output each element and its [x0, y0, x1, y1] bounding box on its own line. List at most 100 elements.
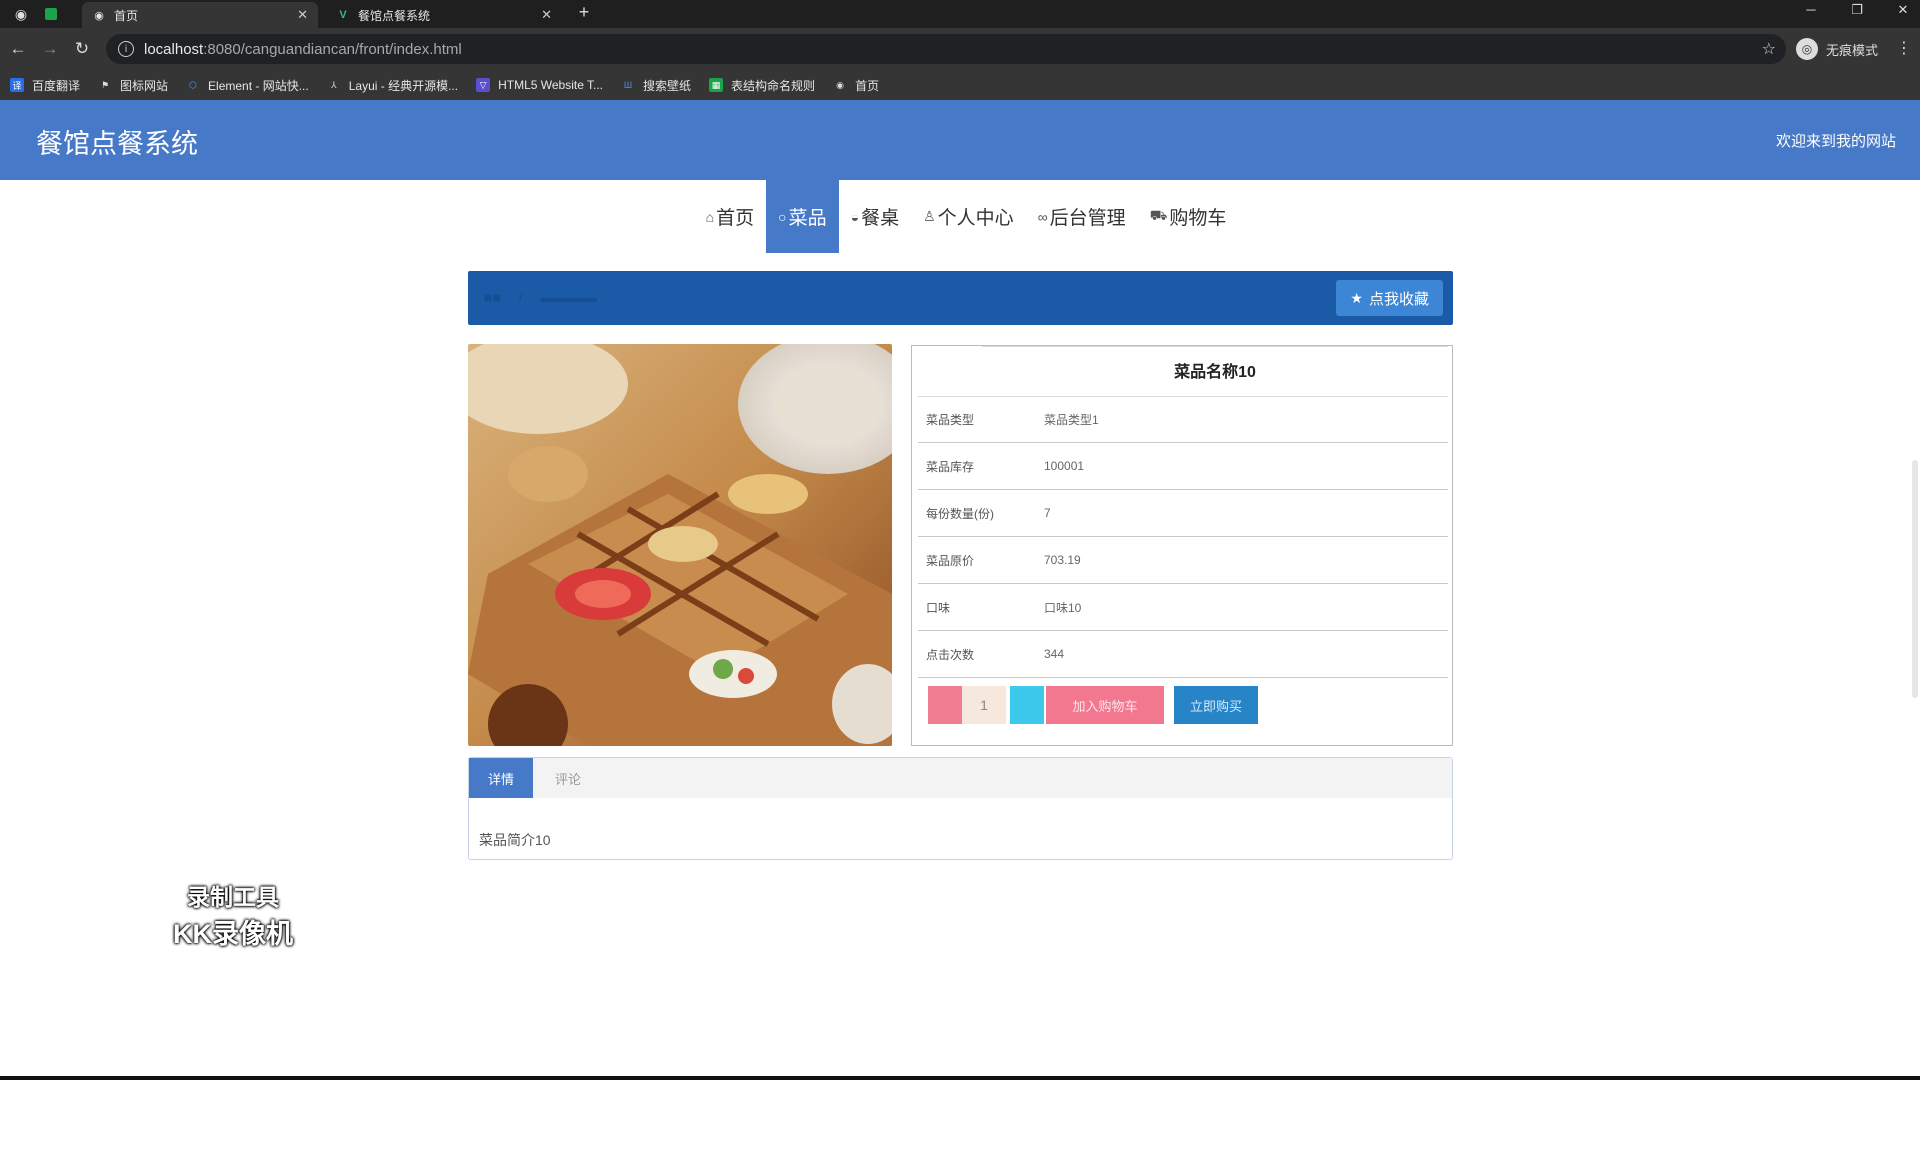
buy-now-button[interactable]: 立即购买	[1174, 686, 1258, 724]
home-icon: ⌂	[705, 208, 715, 225]
nav-profile[interactable]: ♙ 个人中心	[911, 180, 1026, 253]
nav-label: 首页	[716, 208, 755, 229]
bookmark-label: 表结构命名规则	[731, 78, 816, 93]
new-tab-button[interactable]: +	[572, 2, 596, 26]
incognito-indicator[interactable]: ◎ 无痕模式	[1796, 38, 1878, 60]
address-bar-row: ← → ↻ i localhost:8080/canguandiancan/fr…	[0, 28, 1920, 70]
globe-icon: ◉	[94, 9, 104, 22]
element-icon: ⬡	[189, 79, 197, 90]
browser-tab-bar: ◉ ◉ 首页 ✕ V 餐馆点餐系统 ✕ + ─ ❐ ✕	[0, 0, 1920, 28]
field-row: 口味 口味10	[918, 584, 1448, 631]
bookmark-item[interactable]: Ш 搜索壁纸	[621, 77, 691, 94]
dish-info-panel: 菜品名称10 菜品类型 菜品类型1 菜品库存 100001 每份数量(份) 7 菜品原…	[911, 345, 1453, 746]
field-label: 口味	[926, 600, 951, 615]
bookmark-label: Layui - 经典开源模...	[348, 78, 459, 93]
dish-image	[468, 344, 892, 746]
field-row: 每份数量(份) 7	[918, 490, 1448, 537]
nav-label: 购物车	[1169, 208, 1227, 229]
link-icon: ∞	[1037, 208, 1048, 225]
user-icon: ♙	[923, 208, 936, 224]
breadcrumb-separator: /	[518, 289, 523, 305]
field-row: 菜品类型 菜品类型1	[918, 396, 1448, 443]
nav-label: 后台管理	[1049, 208, 1126, 229]
watermark-line1: 录制工具	[187, 884, 279, 910]
incognito-label: 无痕模式	[1826, 42, 1879, 58]
page-scrollbar[interactable]	[1910, 260, 1920, 1176]
scrollbar-thumb[interactable]	[1912, 460, 1918, 698]
field-row: 菜品原价 703.19	[918, 537, 1448, 584]
breadcrumb-home[interactable]: ■■	[484, 289, 501, 305]
field-value: 菜品类型1	[1044, 412, 1099, 427]
window-close-button[interactable]: ✕	[1888, 2, 1918, 18]
bookmark-item[interactable]: ⚑ 图标网站	[98, 77, 168, 94]
nav-label: 个人中心	[937, 208, 1014, 229]
field-value: 7	[1044, 506, 1051, 520]
tab-detail[interactable]: 详情	[469, 758, 533, 798]
bookmark-item[interactable]: ⬡ Element - 网站快...	[186, 77, 309, 94]
back-button[interactable]: ←	[2, 39, 34, 59]
close-icon[interactable]: ✕	[297, 7, 308, 23]
reload-button[interactable]: ↻	[66, 39, 98, 59]
bookmark-item[interactable]: ⅄ Layui - 经典开源模...	[327, 77, 458, 94]
breadcrumb-bar: ■■ / ▬▬▬▬ ★ 点我收藏	[468, 271, 1453, 325]
favorite-label: 点我收藏	[1368, 290, 1429, 308]
nav-home[interactable]: ⌂ 首页	[694, 180, 766, 253]
nav-admin[interactable]: ∞ 后台管理	[1026, 180, 1138, 253]
dish-name: 菜品名称10	[1174, 363, 1256, 381]
field-label: 点击次数	[926, 647, 975, 662]
nav-tables[interactable]: ◒ 餐桌	[839, 180, 911, 253]
bookmark-label: 图标网站	[120, 78, 169, 93]
field-label: 菜品库存	[926, 459, 975, 474]
bookmark-item[interactable]: 译百度翻译	[10, 77, 80, 94]
table-icon: ▦	[709, 78, 724, 92]
field-value: 344	[1044, 647, 1065, 661]
field-row: 菜品库存 100001	[918, 443, 1448, 490]
forward-button[interactable]: →	[34, 39, 66, 59]
browser-menu-icon[interactable]: ◉	[8, 1, 34, 27]
info-icon[interactable]: i	[118, 41, 134, 57]
quantity-decrease-button[interactable]	[928, 686, 962, 724]
tab-reviews[interactable]: 评论	[533, 758, 603, 798]
favorite-button[interactable]: ★ 点我收藏	[1336, 280, 1443, 316]
site-title: 餐馆点餐系统	[36, 129, 198, 159]
bookmark-item[interactable]: ▽ HTML5 Website T...	[476, 78, 603, 92]
field-label: 每份数量(份)	[926, 506, 994, 521]
bookmark-star-icon[interactable]: ☆	[1762, 39, 1776, 59]
browser-tab-home[interactable]: ◉ 首页 ✕	[82, 2, 318, 28]
dish-photo	[468, 344, 892, 746]
more-menu-icon[interactable]: ⋮	[1896, 38, 1912, 58]
site-header: 餐馆点餐系统 欢迎来到我的网站	[0, 100, 1920, 180]
bookmark-label: Element - 网站快...	[208, 78, 309, 93]
url-path: :8080/canguandiancan/front/index.html	[203, 40, 462, 58]
url-host: localhost	[144, 40, 204, 58]
dish-title-row: 菜品名称10	[982, 346, 1448, 392]
flag-icon: ⚑	[100, 79, 110, 90]
detail-content: 菜品简介10	[479, 832, 551, 848]
translate-icon: 译	[10, 78, 24, 92]
main-nav: ⌂ 首页 ○ 菜品 ◒ 餐桌 ♙ 个人中心 ∞ 后台管理 ⛟ 购物车	[0, 180, 1920, 253]
bookmark-label: 首页	[855, 78, 880, 93]
vue-icon: V	[339, 9, 347, 21]
browser-tab-system[interactable]: V 餐馆点餐系统 ✕	[326, 2, 562, 28]
add-to-cart-button[interactable]: 加入购物车	[1046, 686, 1164, 724]
quantity-input[interactable]: 1	[962, 686, 1006, 724]
layui-icon: ⅄	[330, 79, 337, 90]
bookmark-item[interactable]: ▦ 表结构命名规则	[709, 77, 815, 94]
purchase-actions: 1 加入购物车 立即购买	[928, 686, 1258, 724]
quantity-increase-button[interactable]	[1010, 686, 1044, 724]
breadcrumb-current: ▬▬▬▬	[540, 289, 597, 305]
url-input[interactable]: i localhost:8080/canguandiancan/front/in…	[106, 34, 1786, 64]
nav-dishes[interactable]: ○ 菜品	[766, 180, 839, 253]
bookmark-label: 搜索壁纸	[643, 78, 692, 93]
watermark-line2: KK录像机	[173, 919, 293, 949]
field-label: 菜品类型	[926, 412, 975, 427]
pinned-tab-icon[interactable]	[38, 1, 64, 27]
minimize-button[interactable]: ─	[1796, 2, 1826, 17]
field-value: 703.19	[1044, 553, 1081, 567]
restore-button[interactable]: ❐	[1842, 2, 1872, 18]
bookmark-item[interactable]: ◉ 首页	[833, 77, 879, 94]
web-page: 餐馆点餐系统 欢迎来到我的网站 ⌂ 首页 ○ 菜品 ◒ 餐桌 ♙ 个人中心 ∞ 后台管理 …	[0, 100, 1920, 1076]
dish-icon: ○	[778, 208, 787, 225]
nav-cart[interactable]: ⛟ 购物车	[1138, 180, 1239, 253]
close-icon[interactable]: ✕	[541, 7, 552, 23]
